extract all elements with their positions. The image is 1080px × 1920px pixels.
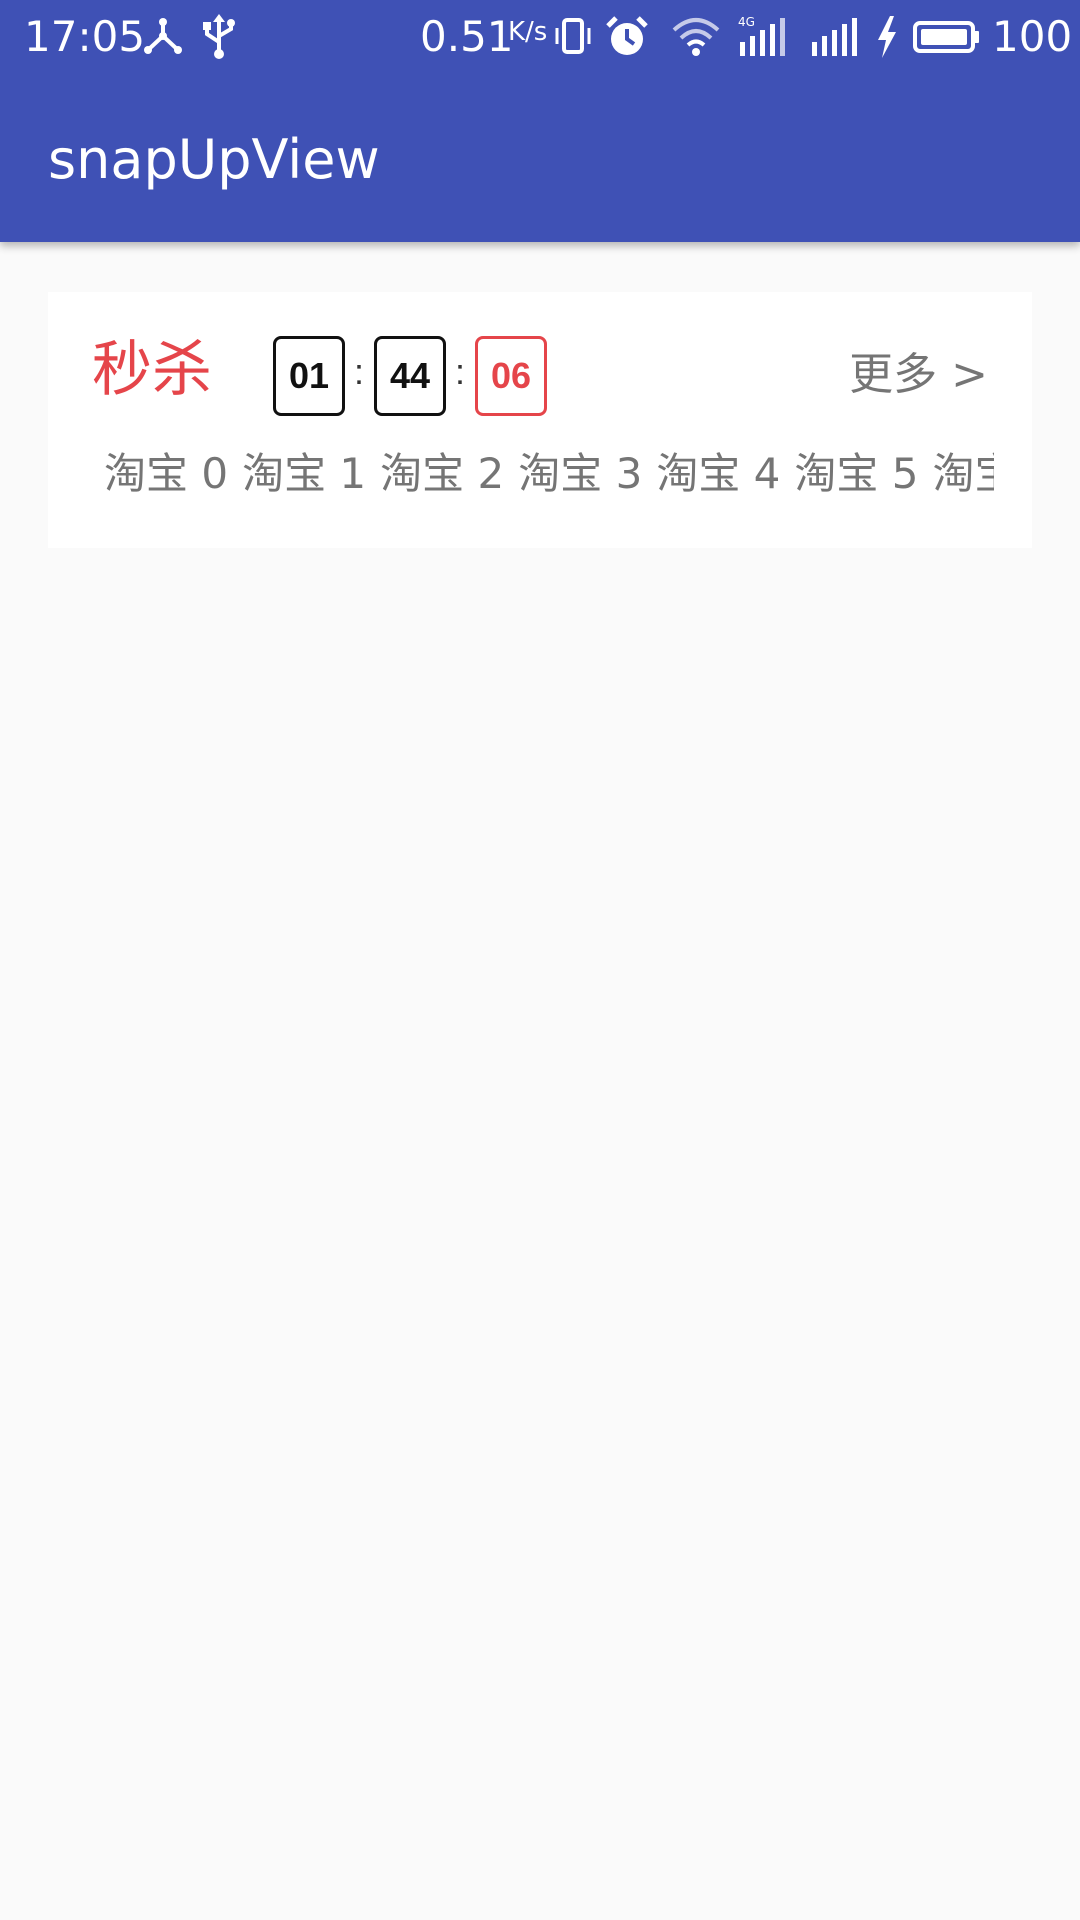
marquee-item[interactable]: 淘宝 2	[380, 449, 504, 498]
countdown-separator: :	[353, 351, 364, 392]
marquee-item[interactable]: 淘宝 4	[656, 449, 780, 498]
charging-icon	[874, 14, 900, 60]
status-time: 17:05	[24, 12, 146, 61]
marquee-item[interactable]: 淘宝 1	[242, 449, 366, 498]
countdown-hours: 01	[273, 336, 345, 416]
signal-4g-icon: 4G	[736, 14, 788, 60]
snapup-item-marquee: 淘宝 0 淘宝 1 淘宝 2 淘宝 3 淘宝 4 淘宝 5 淘宝 6	[104, 446, 994, 502]
usb-icon	[196, 14, 242, 60]
marquee-item[interactable]: 淘宝 0	[104, 449, 228, 498]
wifi-icon	[672, 14, 720, 60]
countdown-seconds: 06	[475, 336, 547, 416]
marquee-item[interactable]: 淘宝 3	[518, 449, 642, 498]
battery-icon	[912, 14, 982, 60]
countdown-separator: :	[454, 351, 465, 392]
snapup-card: 秒杀 01 : 44 : 06 更多 > 淘宝 0 淘宝 1 淘宝 2 淘宝 3 淘宝 …	[48, 292, 1032, 548]
battery-level: 100	[992, 12, 1073, 61]
more-link[interactable]: 更多 >	[849, 348, 988, 402]
status-bar: 17:05 0.51 K/s 4G 100	[0, 0, 1080, 74]
marquee-item[interactable]: 淘宝 5	[794, 449, 918, 498]
signal-icon	[808, 14, 860, 60]
share-icon	[140, 14, 186, 60]
countdown-minutes: 44	[374, 336, 446, 416]
marquee-item[interactable]: 淘宝 6	[932, 449, 994, 498]
snapup-title: 秒杀	[92, 335, 212, 405]
app-title: snapUpView	[48, 128, 380, 191]
vibrate-icon	[552, 14, 594, 60]
alarm-icon	[604, 14, 650, 60]
network-speed: 0.51	[420, 12, 514, 61]
svg-text:4G: 4G	[738, 15, 755, 29]
top-bar: 17:05 0.51 K/s 4G 100 snapUpView	[0, 0, 1080, 242]
network-speed-unit: K/s	[508, 17, 548, 47]
